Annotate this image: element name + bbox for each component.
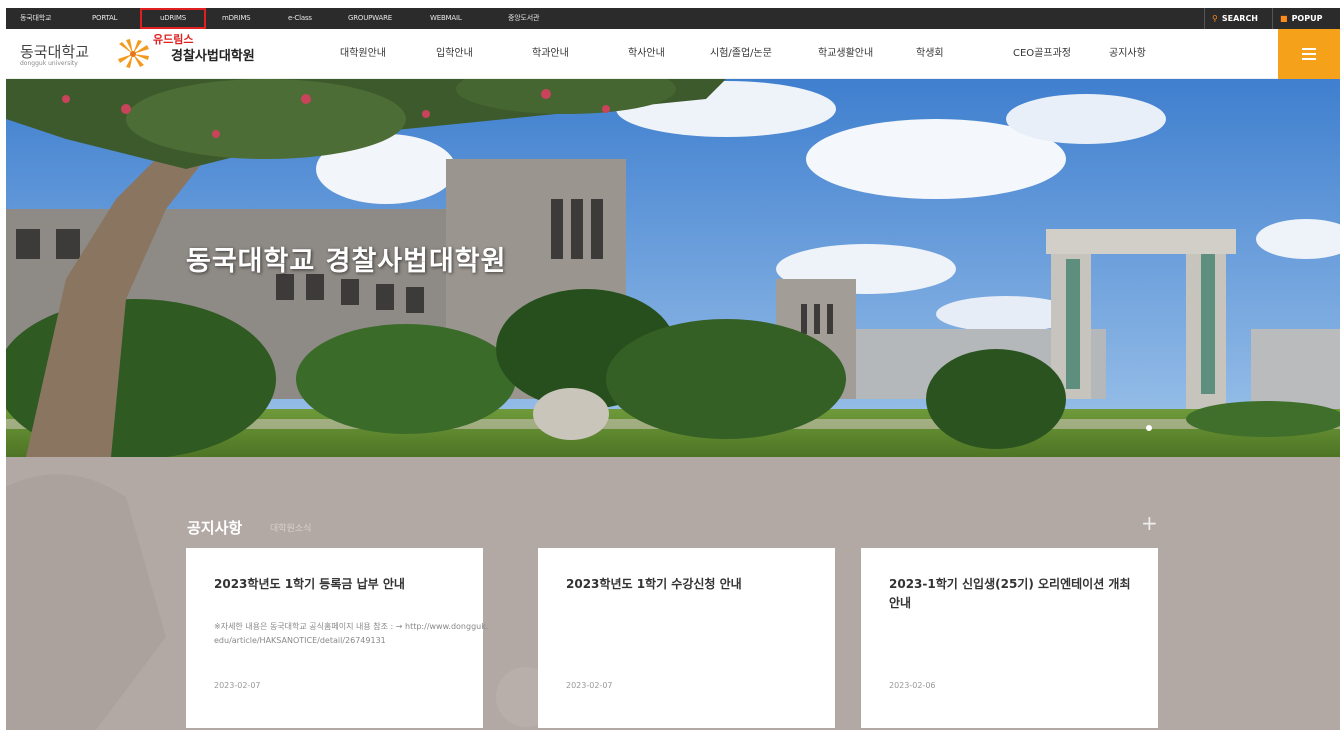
util-link-library[interactable]: 중앙도서관 [508, 8, 539, 29]
notice-more-button[interactable]: + [1141, 511, 1158, 535]
nav-item-ceo-golf[interactable]: CEO골프과정 [1013, 29, 1071, 79]
bell-icon: ■ [1280, 14, 1288, 23]
util-link-groupware[interactable]: GROUPWARE [348, 8, 392, 29]
hero-title: 동국대학교 경찰사법대학원 [186, 246, 507, 277]
hero-banner: 동국대학교 경찰사법대학원 [6, 79, 1340, 457]
page: 동국대학교 PORTAL uDRIMS mDRIMS e-Class GROUP… [0, 0, 1340, 730]
search-label: SEARCH [1221, 14, 1259, 23]
notice-title: 공지사항 [187, 519, 243, 537]
school-name[interactable]: 경찰사법대학원 [171, 45, 255, 64]
notice-card-date: 2023-02-06 [889, 681, 936, 690]
notice-card-date: 2023-02-07 [214, 681, 261, 690]
notice-card-title: 2023학년도 1학기 수강신청 안내 [566, 577, 742, 591]
notice-section: 공지사항 대학원소식 + 2023학년도 1학기 등록금 납부 안내 ※자세한 … [6, 457, 1340, 730]
dongguk-logo-icon[interactable] [116, 39, 150, 69]
main-header: 동국대학교 dongguk university 유드림스 경찰사법대학원 대학… [6, 29, 1340, 79]
nav-item-notice[interactable]: 공지사항 [1109, 29, 1146, 79]
notice-card[interactable]: 2023학년도 1학기 수강신청 안내 2023-02-07 [538, 548, 835, 728]
logo-korean[interactable]: 동국대학교 [20, 41, 89, 62]
hamburger-menu-button[interactable] [1278, 29, 1340, 79]
logo-english: dongguk university [20, 60, 78, 67]
search-icon: ⚲ [1212, 14, 1218, 23]
utility-bar: 동국대학교 PORTAL uDRIMS mDRIMS e-Class GROUP… [6, 8, 1340, 29]
notice-card-title: 2023-1학기 신입생(25기) 오리엔테이션 개최 안내 [889, 577, 1131, 610]
util-link-webmail[interactable]: WEBMAIL [430, 8, 462, 29]
util-link-portal[interactable]: PORTAL [92, 8, 118, 29]
util-link-dongguk[interactable]: 동국대학교 [20, 8, 51, 29]
popup-label: POPUP [1291, 14, 1323, 23]
popup-button[interactable]: ■ POPUP [1280, 8, 1322, 29]
util-separator [1272, 8, 1273, 29]
nav-item-admission[interactable]: 입학안내 [436, 29, 473, 79]
notice-card-title: 2023학년도 1학기 등록금 납부 안내 [214, 577, 405, 591]
notice-card[interactable]: 2023학년도 1학기 등록금 납부 안내 ※자세한 내용은 동국대학교 공식홈… [186, 548, 488, 728]
nav-item-departments[interactable]: 학과안내 [532, 29, 569, 79]
hamburger-icon [1302, 48, 1316, 50]
util-link-udrims[interactable]: uDRIMS [140, 8, 206, 29]
nav-item-exam-graduation[interactable]: 시험/졸업/논문 [710, 29, 772, 79]
nav-item-academics[interactable]: 학사안내 [628, 29, 665, 79]
notice-subtitle: 대학원소식 [270, 524, 312, 534]
util-link-mdrims[interactable]: mDRIMS [222, 8, 251, 29]
notice-card-date: 2023-02-07 [566, 681, 613, 690]
search-button[interactable]: ⚲ SEARCH [1212, 8, 1258, 29]
nav-item-campus-life[interactable]: 학교생활안내 [818, 29, 873, 79]
notice-card-body: ※자세한 내용은 동국대학교 공식홈페이지 내용 참조 : → http://w… [214, 622, 489, 645]
util-separator [1204, 8, 1205, 29]
util-link-eclass[interactable]: e-Class [288, 8, 312, 29]
nav-item-about[interactable]: 대학원안내 [340, 29, 386, 79]
nav-item-student-council[interactable]: 학생회 [916, 29, 944, 79]
hamburger-icon [1302, 58, 1316, 60]
slide-indicator-dot[interactable] [1146, 425, 1152, 431]
hamburger-icon [1302, 53, 1316, 55]
notice-card[interactable]: 2023-1학기 신입생(25기) 오리엔테이션 개최 안내 2023-02-0… [861, 548, 1158, 728]
